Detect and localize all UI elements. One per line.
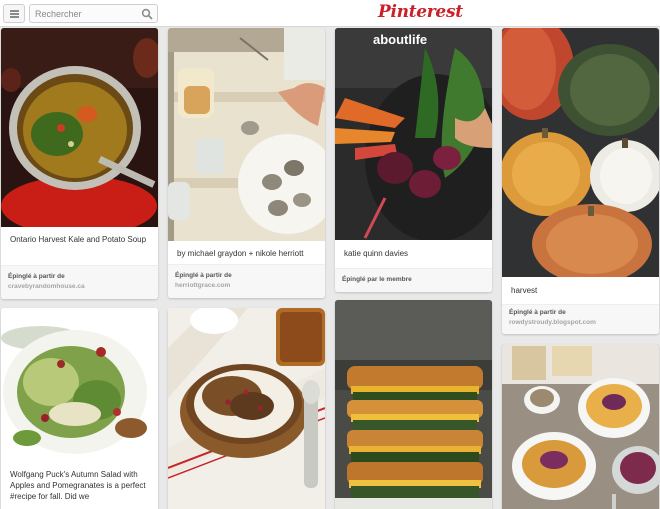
hamburger-line bbox=[10, 16, 19, 18]
pin-description: Wolfgang Puck's Autumn Salad with Apples… bbox=[10, 470, 146, 501]
pin-image-grilled-cheese[interactable] bbox=[335, 300, 492, 509]
pin-source-link[interactable]: rowdystroudy.blogspot.com bbox=[509, 319, 596, 326]
pin-card[interactable] bbox=[335, 300, 492, 509]
divider bbox=[168, 264, 325, 265]
pin-attribution: Épinglé à partir de cravebyrandomhouse.c… bbox=[1, 265, 158, 299]
pinterest-logo[interactable]: Pinterest bbox=[378, 2, 463, 22]
pin-description: Ontario Harvest Kale and Potato Soup bbox=[10, 235, 147, 244]
pinned-by-label: Épinglé par le membre bbox=[342, 276, 412, 283]
hamburger-icon bbox=[10, 10, 19, 12]
pin-attribution: Épinglé à partir de rowdystroudy.blogspo… bbox=[502, 304, 659, 334]
pin-description: by michael graydon + nikole herriott bbox=[177, 249, 304, 258]
pin-source-link[interactable]: herriottgrace.com bbox=[175, 282, 230, 289]
pin-description: katie quinn davies bbox=[344, 249, 409, 258]
pin-description: harvest bbox=[511, 286, 538, 295]
pin-card[interactable]: harvest Épinglé à partir de rowdystroudy… bbox=[502, 28, 659, 334]
pin-attribution: Épinglé à partir de herriottgrace.com bbox=[168, 264, 325, 298]
search-icon[interactable] bbox=[141, 8, 153, 20]
hamburger-line bbox=[10, 13, 19, 15]
pin-card[interactable] bbox=[502, 344, 659, 509]
divider bbox=[502, 304, 659, 305]
search-box bbox=[29, 4, 158, 23]
pinned-from-label: Épinglé à partir de bbox=[509, 309, 566, 316]
divider bbox=[335, 268, 492, 269]
top-bar: Pinterest bbox=[0, 0, 660, 27]
search-input[interactable] bbox=[30, 5, 138, 22]
pin-image-pumpkins[interactable] bbox=[502, 28, 659, 277]
pin-source-link[interactable]: cravebyrandomhouse.ca bbox=[8, 283, 85, 290]
pinned-from-label: Épinglé à partir de bbox=[175, 272, 232, 279]
pin-image-soup[interactable] bbox=[1, 28, 158, 227]
menu-button[interactable] bbox=[3, 4, 25, 23]
pin-card[interactable]: aboutlife katie quinn davies Épinglé par… bbox=[335, 28, 492, 292]
pin-attribution: Épinglé par le membre bbox=[335, 268, 492, 292]
pin-image-salad[interactable] bbox=[1, 308, 158, 460]
pin-card[interactable]: Ontario Harvest Kale and Potato Soup Épi… bbox=[1, 28, 158, 299]
pin-image-soups[interactable] bbox=[502, 344, 659, 509]
pin-image-vegetables[interactable]: aboutlife bbox=[335, 28, 492, 240]
pin-card[interactable]: by michael graydon + nikole herriott Épi… bbox=[168, 28, 325, 298]
divider bbox=[1, 265, 158, 266]
pin-card[interactable] bbox=[168, 308, 325, 509]
pinned-from-label: Épinglé à partir de bbox=[8, 273, 65, 280]
pin-image-granola[interactable] bbox=[168, 308, 325, 509]
svg-text:aboutlife: aboutlife bbox=[373, 32, 427, 47]
pin-card[interactable]: Wolfgang Puck's Autumn Salad with Apples… bbox=[1, 308, 158, 509]
pin-image-oysters[interactable] bbox=[168, 28, 325, 241]
